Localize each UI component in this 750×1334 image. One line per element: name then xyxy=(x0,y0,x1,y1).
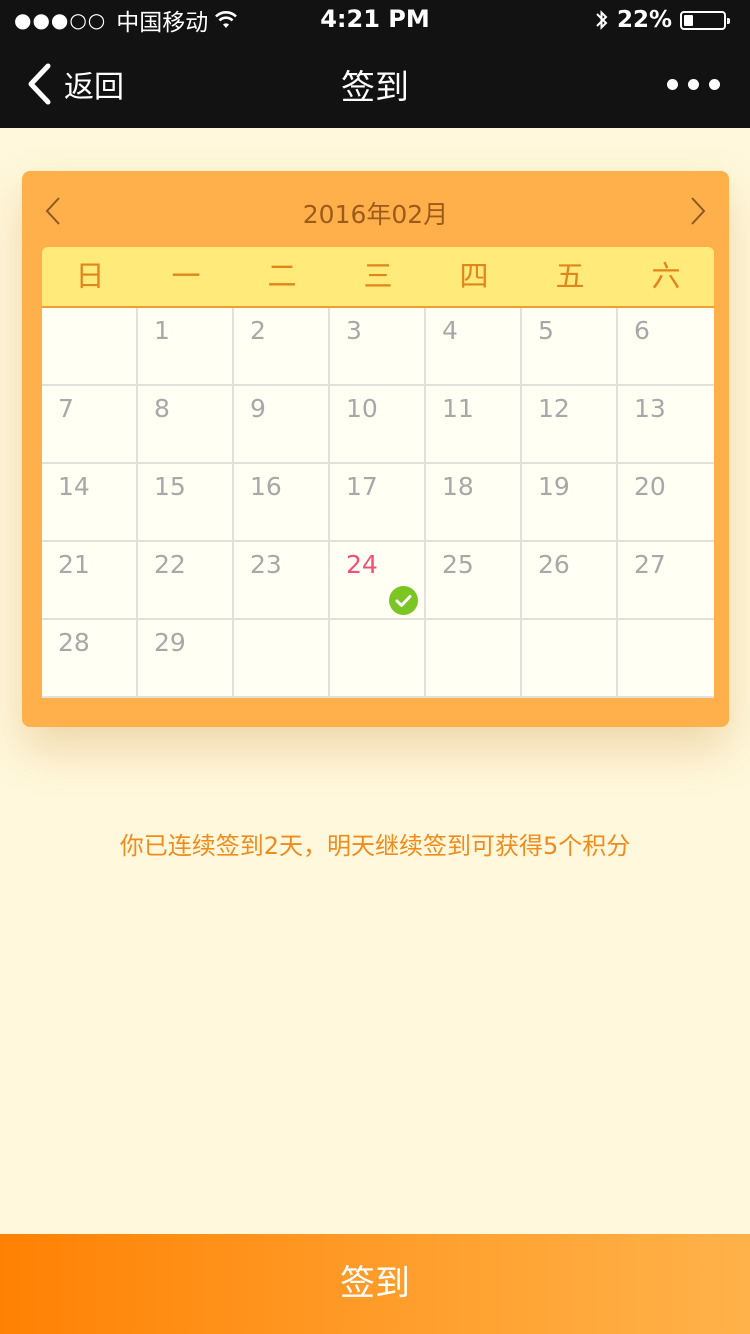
day-number: 22 xyxy=(154,550,186,579)
day-number: 26 xyxy=(538,550,570,579)
weekday-label: 五 xyxy=(555,259,585,293)
calendar-day[interactable]: 15 xyxy=(138,464,234,542)
day-number: 29 xyxy=(154,628,186,657)
day-number: 4 xyxy=(442,316,458,345)
calendar-day[interactable]: 12 xyxy=(522,386,618,464)
calendar-day[interactable]: 2 xyxy=(234,308,330,386)
calendar-day[interactable]: 5 xyxy=(522,308,618,386)
day-number: 1 xyxy=(154,316,170,345)
weekday-label: 六 xyxy=(651,259,681,293)
status-bar-right: 22% xyxy=(595,6,730,34)
weekday-label: 日 xyxy=(75,259,105,293)
calendar-day[interactable]: 8 xyxy=(138,386,234,464)
day-number: 19 xyxy=(538,472,570,501)
page-title: 签到 xyxy=(341,68,409,108)
day-number: 16 xyxy=(250,472,282,501)
calendar-empty-cell xyxy=(618,620,714,698)
calendar-day[interactable]: 25 xyxy=(426,542,522,620)
calendar-day[interactable]: 14 xyxy=(42,464,138,542)
calendar-day[interactable]: 27 xyxy=(618,542,714,620)
calendar-day[interactable]: 6 xyxy=(618,308,714,386)
navigation-bar: 返回 签到 xyxy=(0,40,750,128)
calendar-day[interactable]: 10 xyxy=(330,386,426,464)
day-number: 13 xyxy=(634,394,666,423)
battery-level xyxy=(684,14,693,26)
calendar-empty-cell xyxy=(42,308,138,386)
calendar-day[interactable]: 3 xyxy=(330,308,426,386)
day-number: 2 xyxy=(250,316,266,345)
day-number: 28 xyxy=(58,628,90,657)
status-bar: ●●●○○ 中国移动 4:21 PM 22% xyxy=(0,0,750,40)
calendar-day[interactable]: 16 xyxy=(234,464,330,542)
day-number: 21 xyxy=(58,550,90,579)
calendar-day[interactable]: 20 xyxy=(618,464,714,542)
day-number: 9 xyxy=(250,394,266,423)
month-label: 2016年02月 xyxy=(302,200,449,229)
day-number: 24 xyxy=(346,550,378,579)
weekday-label: 四 xyxy=(459,259,489,293)
calendar-day[interactable]: 21 xyxy=(42,542,138,620)
calendar-day[interactable]: 26 xyxy=(522,542,618,620)
battery-percent: 22% xyxy=(616,7,672,33)
battery-icon xyxy=(680,10,730,30)
calendar-day[interactable]: 22 xyxy=(138,542,234,620)
day-number: 15 xyxy=(154,472,186,501)
calendar-grid: 1 2 3 4 5 6 7 8 9 10 11 12 13 14 15 16 17 18 19 20 21 22 23 24 2… xyxy=(42,308,714,698)
calendar-card: 2016年02月 日 一 二 三 四 五 六 1 2 3 4 5 6 7 8 9 10 11 12 13… xyxy=(22,171,729,727)
calendar-empty-cell xyxy=(522,620,618,698)
calendar-empty-cell xyxy=(426,620,522,698)
day-number: 5 xyxy=(538,316,554,345)
day-number: 12 xyxy=(538,394,570,423)
calendar-day[interactable]: 23 xyxy=(234,542,330,620)
bluetooth-icon xyxy=(596,10,608,30)
day-number: 14 xyxy=(58,472,90,501)
day-number: 7 xyxy=(58,394,74,423)
chevron-right-icon[interactable] xyxy=(685,195,709,227)
day-number: 17 xyxy=(346,472,378,501)
calendar-day[interactable]: 7 xyxy=(42,386,138,464)
day-number: 8 xyxy=(154,394,170,423)
calendar-day[interactable]: 11 xyxy=(426,386,522,464)
calendar-day[interactable]: 19 xyxy=(522,464,618,542)
day-number: 18 xyxy=(442,472,474,501)
day-number: 23 xyxy=(250,550,282,579)
calendar-day[interactable]: 29 xyxy=(138,620,234,698)
day-number: 3 xyxy=(346,316,362,345)
calendar-day[interactable]: 28 xyxy=(42,620,138,698)
calendar-day[interactable]: 13 xyxy=(618,386,714,464)
day-number: 11 xyxy=(442,394,474,423)
check-icon xyxy=(389,586,418,615)
calendar-day[interactable]: 4 xyxy=(426,308,522,386)
calendar-day[interactable]: 24 xyxy=(330,542,426,620)
calendar-day[interactable]: 1 xyxy=(138,308,234,386)
weekday-label: 一 xyxy=(171,259,201,293)
weekday-label: 二 xyxy=(267,259,297,293)
calendar-day[interactable]: 17 xyxy=(330,464,426,542)
more-icon[interactable] xyxy=(667,70,720,98)
calendar-day[interactable]: 18 xyxy=(426,464,522,542)
day-number: 20 xyxy=(634,472,666,501)
calendar-empty-cell xyxy=(234,620,330,698)
day-number: 27 xyxy=(634,550,666,579)
sign-in-button[interactable]: 签到 xyxy=(0,1234,750,1334)
weekday-header: 日 一 二 三 四 五 六 xyxy=(42,247,714,308)
streak-message: 你已连续签到2天，明天继续签到可获得5个积分 xyxy=(119,832,631,860)
calendar-day[interactable]: 9 xyxy=(234,386,330,464)
month-header: 2016年02月 xyxy=(22,171,729,247)
day-number: 25 xyxy=(442,550,474,579)
day-number: 6 xyxy=(634,316,650,345)
weekday-label: 三 xyxy=(363,259,393,293)
day-number: 10 xyxy=(346,394,378,423)
calendar-empty-cell xyxy=(330,620,426,698)
